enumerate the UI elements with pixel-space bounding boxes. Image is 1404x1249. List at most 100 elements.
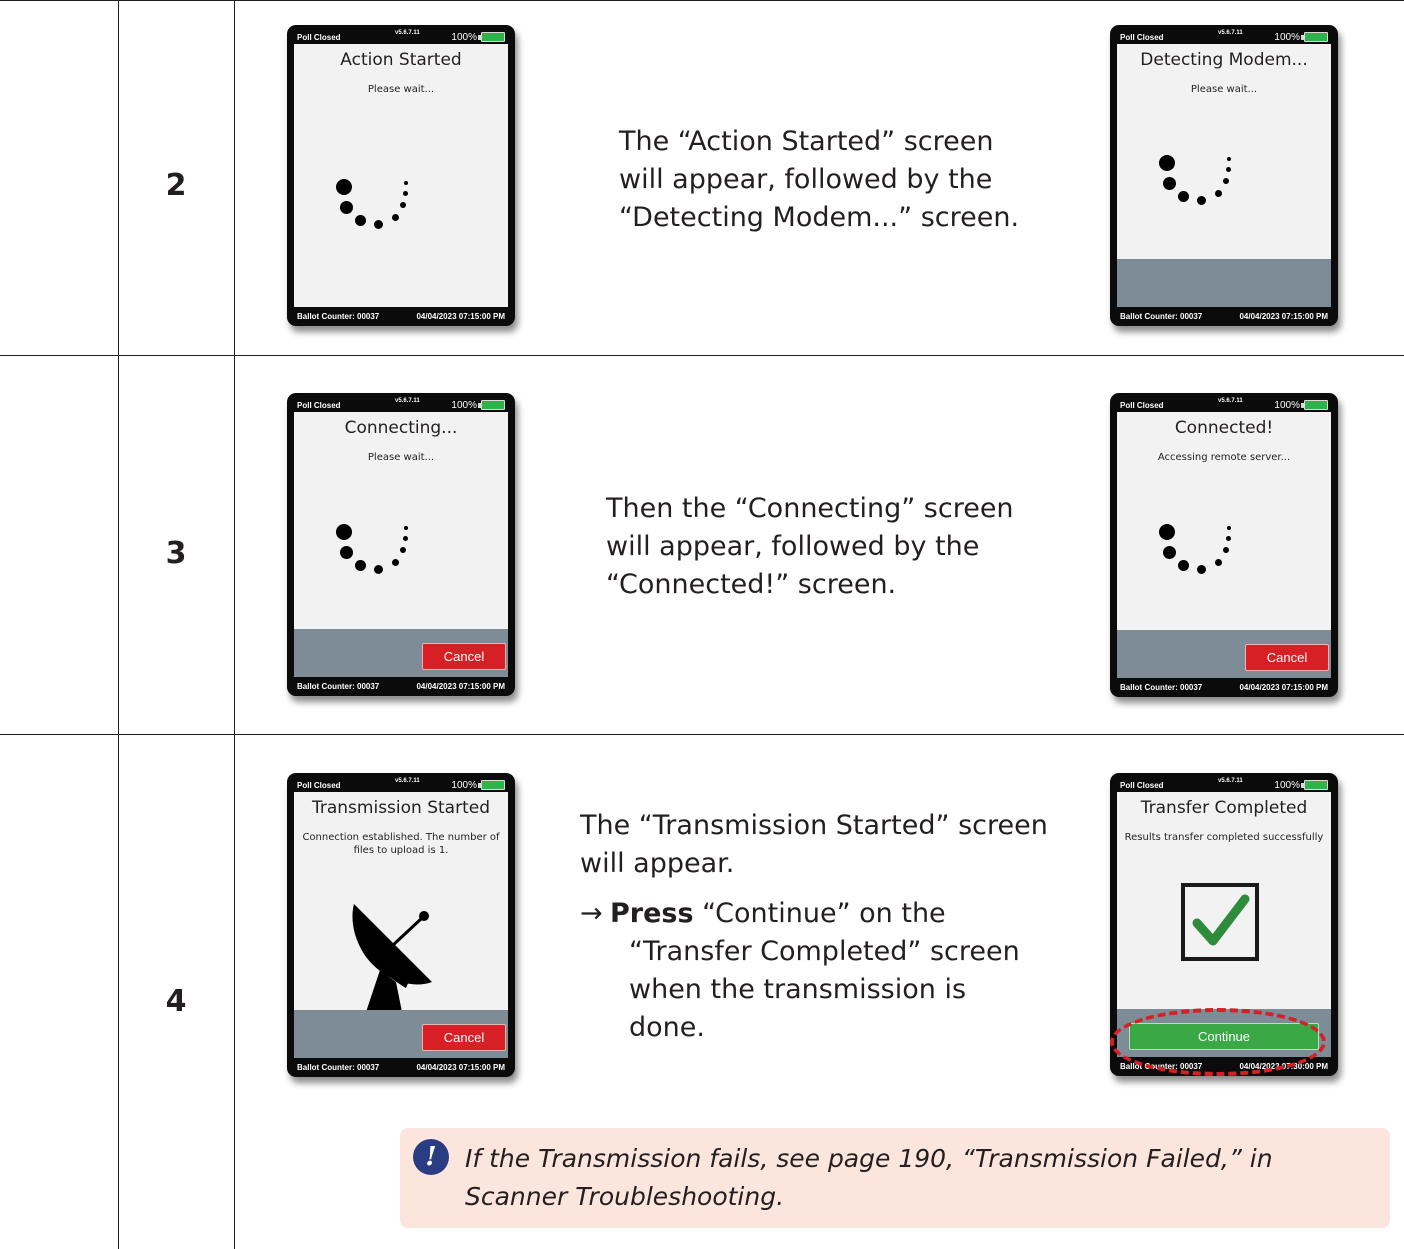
spinner-dot — [404, 525, 408, 530]
description-line: “Detecting Modem...” screen. — [619, 202, 1020, 233]
poll-status: Poll Closed — [1120, 401, 1164, 410]
status-bar: Poll Closed v5.6.7.11 100% — [295, 778, 507, 791]
screen-title: Detecting Modem... — [1140, 50, 1308, 70]
screen-title: Connecting... — [344, 418, 458, 438]
device-screen-transmission-started: Poll Closed v5.6.7.11 100% Transmission … — [287, 773, 515, 1077]
bullet-text: “Transfer Completed” screen — [629, 936, 1020, 967]
version-label: v5.6.7.11 — [1218, 30, 1243, 36]
screen-subtitle: Please wait... — [1190, 84, 1258, 95]
spinner-dot — [1163, 546, 1176, 559]
ballot-counter: Ballot Counter: 00037 — [297, 682, 380, 691]
status-bar: Poll Closed v5.6.7.11 100% — [1118, 398, 1330, 411]
battery-percent: 100% — [1274, 32, 1300, 43]
step-description: Then the “Connecting” screen will appear… — [606, 490, 1014, 604]
note-callout: ! If the Transmission fails, see page 19… — [400, 1128, 1390, 1228]
spinner-dot — [1215, 189, 1222, 197]
checkmark-icon — [1181, 883, 1259, 961]
spinner-dot — [1178, 190, 1189, 202]
footer-bar: Ballot Counter: 00037 04/04/2023 07:15:0… — [295, 680, 507, 692]
button-bar: Cancel — [294, 629, 508, 677]
device-screen-connecting: Poll Closed v5.6.7.11 100% Connecting...… — [287, 393, 515, 696]
screen-title: Action Started — [340, 50, 462, 70]
note-text: If the Transmission fails, see page 190,… — [465, 1144, 1273, 1211]
screen-subtitle: Accessing remote server... — [1157, 452, 1291, 463]
spinner-dot — [336, 523, 352, 540]
screen-title: Transmission Started — [311, 798, 490, 818]
spinner-dot — [355, 214, 366, 226]
spinner-dot — [1223, 547, 1229, 553]
datetime: 04/04/2023 07:15:00 PM — [1239, 683, 1328, 692]
step-number: 2 — [165, 168, 187, 203]
version-label: v5.6.7.11 — [1218, 778, 1243, 784]
status-bar: Poll Closed v5.6.7.11 100% — [1118, 778, 1330, 791]
battery-percent: 100% — [1274, 780, 1300, 791]
footer-bar: Ballot Counter: 00037 04/04/2023 07:15:0… — [295, 1061, 507, 1073]
step-description: The “Transmission Started” screen will a… — [580, 807, 1050, 1067]
battery-icon — [1301, 32, 1328, 42]
battery-percent: 100% — [451, 32, 477, 43]
version-label: v5.6.7.11 — [395, 398, 420, 404]
battery-percent: 100% — [451, 400, 477, 411]
row-divider — [0, 355, 1404, 356]
instruction-bullet: → Press “Continue” on the “Transfer Compl… — [580, 895, 1020, 1047]
screen-area: Connecting... Please wait... Cancel — [294, 412, 508, 677]
poll-status: Poll Closed — [1120, 33, 1164, 42]
bullet-text: when the transmission is — [629, 974, 967, 1005]
spinner-dot — [400, 201, 406, 208]
cancel-button[interactable]: Cancel — [1245, 644, 1329, 671]
column-divider — [234, 0, 235, 1249]
spinner-dot — [1178, 560, 1189, 571]
spinner-dot — [340, 200, 353, 214]
screen-area: Detecting Modem... Please wait... — [1117, 44, 1331, 307]
continue-highlight-ellipse — [1110, 1008, 1326, 1076]
spinner-dot — [392, 558, 399, 566]
step-number: 4 — [165, 984, 187, 1019]
bullet-text: “Continue” on the — [693, 898, 946, 929]
spinner-dot — [1159, 524, 1175, 540]
poll-status: Poll Closed — [297, 781, 341, 790]
battery-icon — [478, 780, 505, 790]
spinner-dot — [1226, 536, 1231, 541]
screen-subtitle: Please wait... — [367, 452, 435, 463]
ballot-counter: Ballot Counter: 00037 — [297, 1063, 380, 1072]
battery-percent: 100% — [451, 780, 477, 791]
cancel-button[interactable]: Cancel — [422, 1024, 506, 1051]
datetime: 04/04/2023 07:15:00 PM — [416, 312, 505, 321]
spinner-dot — [1223, 177, 1229, 184]
step-description: The “Action Started” screen will appear,… — [619, 123, 1019, 237]
button-bar — [1117, 259, 1331, 307]
step-number: 3 — [165, 536, 187, 571]
device-screen-action-started: Poll Closed v5.6.7.11 100% Action Starte… — [287, 25, 515, 326]
button-bar: Cancel — [1117, 630, 1331, 678]
footer-bar: Ballot Counter: 00037 04/04/2023 07:15:0… — [1118, 681, 1330, 693]
ballot-counter: Ballot Counter: 00037 — [1120, 683, 1203, 692]
spinner-dot — [1227, 156, 1231, 161]
description-line: will appear, followed by the — [606, 531, 980, 562]
footer-bar: Ballot Counter: 00037 04/04/2023 07:15:0… — [295, 310, 507, 322]
spinner-dot — [400, 546, 406, 553]
spinner-dot — [1197, 565, 1206, 574]
spinner-dot — [403, 535, 408, 541]
press-label: Press — [610, 898, 694, 929]
datetime: 04/04/2023 07:15:00 PM — [416, 682, 505, 691]
screen-area: Connected! Accessing remote server... Ca… — [1117, 412, 1331, 678]
description-line: The “Transmission Started” screen — [580, 810, 1048, 841]
spinner-dot — [336, 178, 352, 195]
table-top-border — [0, 0, 1404, 1]
exclamation-icon: ! — [413, 1139, 449, 1175]
poll-status: Poll Closed — [297, 401, 341, 410]
spinner-dot — [1226, 166, 1231, 172]
datetime: 04/04/2023 07:15:00 PM — [1239, 312, 1328, 321]
battery-icon — [478, 32, 505, 42]
spinner-dot — [392, 213, 399, 221]
spinner-dot — [1159, 154, 1175, 171]
version-label: v5.6.7.11 — [395, 778, 420, 784]
description-line: “Connected!” screen. — [606, 569, 897, 600]
description-line: will appear. — [580, 848, 735, 879]
device-screen-connected: Poll Closed v5.6.7.11 100% Connected! Ac… — [1110, 393, 1338, 697]
arrow-icon: → — [580, 898, 603, 929]
button-bar: Cancel — [294, 1010, 508, 1058]
screen-area: Action Started Please wait... — [294, 44, 508, 307]
version-label: v5.6.7.11 — [395, 30, 420, 36]
cancel-button[interactable]: Cancel — [422, 643, 506, 670]
